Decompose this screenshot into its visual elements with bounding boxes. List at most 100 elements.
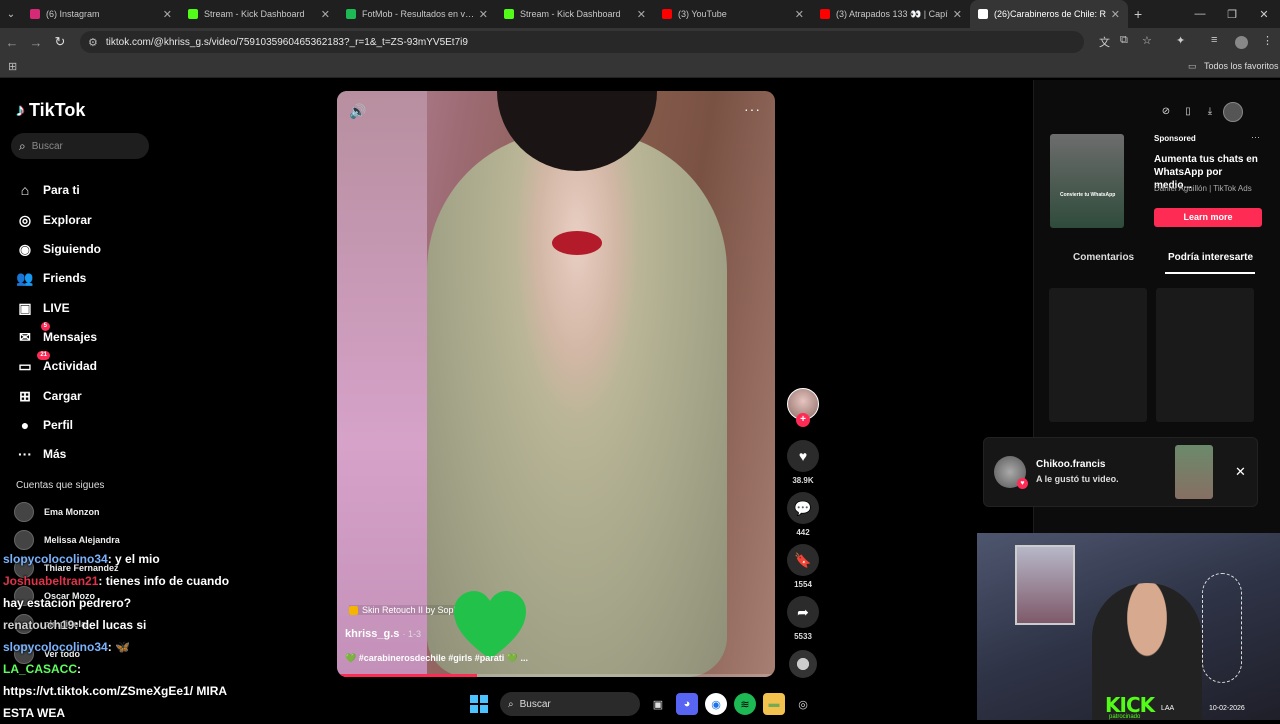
suggested-video-placeholder[interactable]	[1049, 288, 1147, 422]
ad-more-icon[interactable]: ···	[1251, 132, 1260, 142]
browser-menu-icon[interactable]: ⋮	[1262, 34, 1273, 47]
close-window-icon[interactable]: ✕	[1248, 8, 1280, 21]
chat-message: slopycolocolino34: 🦋	[3, 636, 248, 658]
sidebar-item-siguiendo[interactable]: ◉ Siguiendo	[15, 239, 101, 259]
tab-3[interactable]: Stream - Kick Dashboard ✕	[496, 0, 654, 28]
discord-icon[interactable]: ◕	[676, 693, 698, 715]
forward-icon[interactable]: →	[24, 35, 48, 50]
sidebar-item-más[interactable]: ··· Más	[15, 444, 66, 464]
tab-close-icon[interactable]: ✕	[321, 8, 330, 21]
reading-list-icon[interactable]: ≡	[1211, 34, 1217, 46]
profile-avatar[interactable]	[1235, 36, 1248, 49]
following-heading: Cuentas que sigues	[16, 480, 105, 491]
tab-comments[interactable]: Comentarios	[1073, 252, 1134, 263]
extensions-icon[interactable]: ✦	[1176, 34, 1185, 47]
notification-thumbnail	[1175, 445, 1213, 499]
window-controls: — ❐ ✕	[1184, 0, 1280, 28]
maximize-icon[interactable]: ❐	[1216, 8, 1248, 21]
tab-search-icon[interactable]: ⌄	[0, 9, 22, 20]
chat-message: LA_CASACC:	[3, 658, 248, 680]
save-action[interactable]: 🔖 1554	[787, 544, 819, 589]
tab-0[interactable]: (6) Instagram ✕	[22, 0, 180, 28]
sidebar-item-perfil[interactable]: ● Perfil	[15, 415, 73, 435]
sidebar-icon: ◉	[18, 240, 32, 257]
sound-disc[interactable]	[789, 650, 817, 678]
video-progress-bar[interactable]	[337, 674, 775, 677]
like-notification[interactable]: ♥ Chikoo.francis A le gustó tu video. ✕	[983, 437, 1258, 507]
sidebar-icon: ···	[18, 446, 32, 462]
following-account[interactable]: Ema Monzon	[14, 502, 100, 522]
search-input[interactable]: ⌕ Buscar	[11, 133, 149, 159]
tab-close-icon[interactable]: ✕	[795, 8, 804, 21]
share-action[interactable]: ➦ 5533	[787, 596, 819, 641]
sidebar-icon: 👥	[16, 269, 34, 286]
wall-decoration	[1202, 573, 1242, 683]
windows-start-icon[interactable]	[470, 695, 488, 713]
tiktok-logo[interactable]: ♪ TikTok	[16, 100, 85, 121]
volume-icon[interactable]: 🔊	[349, 103, 366, 120]
heart-icon[interactable]: ♥	[787, 440, 819, 472]
sidebar-item-para-ti[interactable]: ⌂ Para ti	[15, 180, 80, 200]
all-bookmarks-link[interactable]: Todos los favoritos	[1204, 61, 1279, 71]
video-caption[interactable]: 💚 #carabinerosdechile #girls #parati 💚 .…	[345, 653, 528, 664]
tab-close-icon[interactable]: ✕	[953, 8, 962, 21]
sidebar-item-cargar[interactable]: ⊞ Cargar	[15, 386, 82, 406]
tab-close-icon[interactable]: ✕	[163, 8, 172, 21]
sidebar-item-mensajes[interactable]: ✉ 5 Mensajes	[15, 322, 97, 347]
phone-icon[interactable]: ▯	[1179, 103, 1197, 121]
back-icon[interactable]: ←	[0, 35, 24, 50]
chrome-icon[interactable]: ◉	[705, 693, 727, 715]
file-explorer-icon[interactable]: ▬	[763, 693, 785, 715]
sidebar-item-actividad[interactable]: ▭ 21 Actividad	[15, 351, 97, 376]
user-avatar[interactable]	[1223, 102, 1243, 122]
compass-icon[interactable]: ⊘	[1157, 103, 1175, 121]
browser-toolbar: ← → ↻ ⚙ tiktok.com/@khriss_g.s/video/759…	[0, 28, 1280, 56]
minimize-icon[interactable]: —	[1184, 8, 1216, 20]
follow-plus-button[interactable]: +	[796, 413, 810, 427]
share-icon[interactable]: ➦	[787, 596, 819, 628]
tab-6[interactable]: (26)Carabineros de Chile: R ✕	[970, 0, 1128, 28]
bookmarks-bar: ⊞ ▭ Todos los favoritos	[0, 56, 1280, 78]
ad-thumbnail[interactable]: Convierte tu WhatsApp	[1050, 134, 1124, 228]
tab-close-icon[interactable]: ✕	[637, 8, 646, 21]
sidebar-item-explorar[interactable]: ◎ Explorar	[15, 210, 92, 230]
like-action[interactable]: ♥ 38.9K	[787, 440, 819, 485]
sidebar-item-friends[interactable]: 👥 Friends	[15, 268, 86, 288]
tab-5[interactable]: (3) Atrapados 133 👀 | Capí ✕	[812, 0, 970, 28]
tab-suggested[interactable]: Podría interesarte	[1168, 252, 1253, 263]
learn-more-button[interactable]: Learn more	[1154, 208, 1262, 227]
bookmark-star-icon[interactable]: ☆	[1142, 34, 1152, 47]
new-tab-button[interactable]: +	[1134, 6, 1142, 22]
tab-close-icon[interactable]: ✕	[479, 8, 488, 21]
tab-4[interactable]: (3) YouTube ✕	[654, 0, 812, 28]
following-account[interactable]: Melissa Alejandra	[14, 530, 120, 550]
cast-icon[interactable]: ⧉	[1120, 34, 1128, 47]
tab-2[interactable]: FotMob - Resultados en vivo de ✕	[338, 0, 496, 28]
effect-tag[interactable]: Skin Retouch II by Sophie	[349, 605, 466, 615]
tab-1[interactable]: Stream - Kick Dashboard ✕	[180, 0, 338, 28]
chat-text: https://vt.tiktok.com/ZSmeXgEe1/ MIRA ES…	[3, 684, 227, 720]
comment-action[interactable]: 💬 442	[787, 492, 819, 537]
tab-close-icon[interactable]: ✕	[1111, 8, 1120, 21]
suggested-video-placeholder[interactable]	[1156, 288, 1254, 422]
sidebar-item-live[interactable]: ▣ LIVE	[15, 298, 69, 318]
site-info-icon[interactable]: ⚙	[88, 36, 98, 49]
spotify-icon[interactable]: ≋	[734, 693, 756, 715]
comment-icon[interactable]: 💬	[787, 492, 819, 524]
obs-icon[interactable]: ◎	[792, 693, 814, 715]
taskbar-search[interactable]: ⌕ Buscar	[500, 692, 640, 716]
close-icon[interactable]: ✕	[1235, 464, 1246, 480]
video-author[interactable]: khriss_g.s · 1-3	[345, 628, 421, 640]
avatar	[14, 530, 34, 550]
task-view-icon[interactable]: ▣	[647, 693, 669, 715]
video-subject-lips	[552, 231, 602, 255]
tab-favicon	[662, 9, 672, 19]
reload-icon[interactable]: ↻	[48, 34, 72, 50]
download-icon[interactable]: ⤓	[1201, 103, 1219, 121]
video-player[interactable]: 🔊 ··· Skin Retouch II by Sophie khriss_g…	[337, 91, 775, 677]
translate-icon[interactable]: 文	[1099, 34, 1110, 50]
apps-grid-icon[interactable]: ⊞	[8, 60, 17, 73]
bookmark-icon[interactable]: 🔖	[787, 544, 819, 576]
address-bar[interactable]: ⚙ tiktok.com/@khriss_g.s/video/759103596…	[80, 31, 1084, 53]
more-options-icon[interactable]: ···	[744, 101, 761, 117]
